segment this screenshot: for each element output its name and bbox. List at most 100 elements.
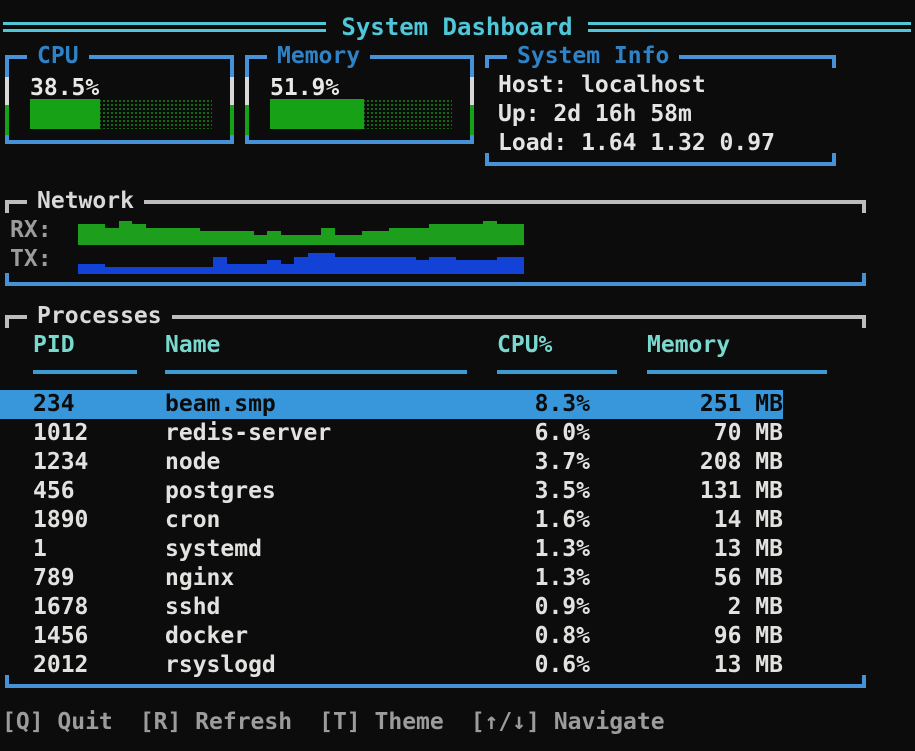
network-tx-row: TX: (10, 245, 858, 274)
cell-mem: 131 MB (590, 477, 783, 506)
spark-bar (348, 235, 362, 246)
cell-cpu: 0.8% (497, 622, 590, 651)
spark-bar (132, 224, 146, 245)
cell-cpu: 1.6% (497, 506, 590, 535)
tx-sparkline (78, 246, 524, 274)
terminal-dashboard: { "title_bar": { "title": "System Dashbo… (0, 0, 915, 751)
cell-mem: 14 MB (590, 506, 783, 535)
table-row-selected[interactable]: 234beam.smp8.3%251 MB (0, 390, 783, 419)
spark-bar (456, 260, 470, 274)
spark-bar (146, 267, 160, 274)
spark-bar (254, 264, 268, 275)
system-info-border-bottom (485, 162, 836, 166)
footer-hints: [Q] Quit [R] Refresh [T] Theme [↑/↓] Nav… (2, 707, 692, 737)
title-divider-right (588, 22, 911, 32)
spark-bar (146, 228, 160, 246)
table-row[interactable]: 1systemd1.3%13 MB (0, 535, 783, 564)
cell-name: cron (165, 506, 497, 535)
column-header-memory: Memory (647, 331, 730, 360)
spark-bar (213, 257, 227, 275)
spark-bar (470, 224, 484, 245)
spark-bar (267, 231, 281, 245)
spark-bar (443, 224, 457, 245)
cell-cpu: 1.3% (497, 564, 590, 593)
rx-label: RX: (10, 216, 78, 245)
spark-bar (429, 257, 443, 275)
hint-refresh[interactable]: [R] Refresh (140, 707, 292, 737)
cpu-gauge-fill (30, 99, 100, 129)
cell-pid: 1678 (33, 593, 165, 622)
system-info-title: System Info (507, 43, 679, 69)
system-info-panel: System Info Host: localhost Up: 2d 16h 5… (485, 55, 836, 166)
table-row[interactable]: 1890cron1.6%14 MB (0, 506, 783, 535)
network-rx-row: RX: (10, 216, 858, 245)
spark-bar (443, 257, 457, 275)
memory-panel-border-bottom (245, 140, 474, 144)
spark-bar (281, 264, 295, 275)
spark-bar (105, 228, 119, 246)
table-row[interactable]: 1012redis-server6.0%70 MB (0, 419, 783, 448)
spark-bar (119, 267, 133, 274)
cell-mem: 70 MB (590, 419, 783, 448)
network-border-bottom (5, 282, 866, 286)
page-title: System Dashboard (341, 13, 572, 41)
spark-bar (294, 235, 308, 246)
cell-mem: 13 MB (590, 651, 783, 680)
spark-bar (78, 224, 92, 245)
table-row[interactable]: 456postgres3.5%131 MB (0, 477, 783, 506)
spark-bar (227, 231, 241, 245)
cell-cpu: 1.3% (497, 535, 590, 564)
table-row[interactable]: 789nginx1.3%56 MB (0, 564, 783, 593)
spark-bar (267, 260, 281, 274)
spark-bar (159, 267, 173, 274)
cell-cpu: 0.9% (497, 593, 590, 622)
spark-bar (510, 257, 524, 275)
hint-theme[interactable]: [T] Theme (319, 707, 444, 737)
table-row[interactable]: 1678sshd0.9%2 MB (0, 593, 783, 622)
spark-bar (456, 224, 470, 245)
spark-bar (78, 264, 92, 275)
spark-bar (402, 228, 416, 246)
spark-bar (213, 231, 227, 245)
spark-bar (416, 228, 430, 246)
memory-panel-border-left (245, 55, 249, 144)
cell-pid: 2012 (33, 651, 165, 680)
table-row[interactable]: 1456docker0.8%96 MB (0, 622, 783, 651)
table-row[interactable]: 2012rsyslogd0.6%13 MB (0, 651, 783, 680)
spark-bar (470, 260, 484, 274)
memory-gauge-fill (270, 99, 364, 129)
spark-bar (510, 224, 524, 245)
load-line: Load: 1.64 1.32 0.97 (498, 129, 775, 158)
network-panel-title: Network (27, 188, 144, 214)
memory-percent-value: 51.9% (270, 74, 339, 102)
cpu-percent-value: 38.5% (30, 74, 99, 102)
memory-gauge (270, 99, 452, 129)
table-row[interactable]: 1234node3.7%208 MB (0, 448, 783, 477)
spark-bar (308, 253, 322, 274)
spark-bar (362, 231, 376, 245)
spark-bar (348, 257, 362, 275)
hint-quit[interactable]: [Q] Quit (2, 707, 113, 737)
spark-bar (92, 264, 106, 275)
processes-panel: Processes PID Name CPU% Memory 234beam.s… (5, 315, 866, 688)
cell-pid: 789 (33, 564, 165, 593)
hint-navigate[interactable]: [↑/↓] Navigate (471, 707, 665, 737)
title-bar: System Dashboard (3, 12, 911, 42)
cell-cpu: 3.7% (497, 448, 590, 477)
cell-name: beam.smp (165, 390, 497, 419)
cell-name: postgres (165, 477, 497, 506)
spark-bar (186, 267, 200, 274)
spark-bar (389, 228, 403, 246)
spark-bar (132, 267, 146, 274)
spark-bar (497, 257, 511, 275)
memory-panel: Memory 51.9% (245, 55, 474, 144)
spark-bar (200, 231, 214, 245)
cpu-panel-border-left (5, 55, 9, 144)
spark-bar (119, 221, 133, 246)
tx-label: TX: (10, 245, 78, 274)
memory-panel-title: Memory (267, 43, 370, 69)
spark-bar (200, 267, 214, 274)
cpu-panel-title: CPU (27, 43, 89, 69)
processes-border-bottom (5, 684, 866, 688)
spark-bar (483, 221, 497, 246)
